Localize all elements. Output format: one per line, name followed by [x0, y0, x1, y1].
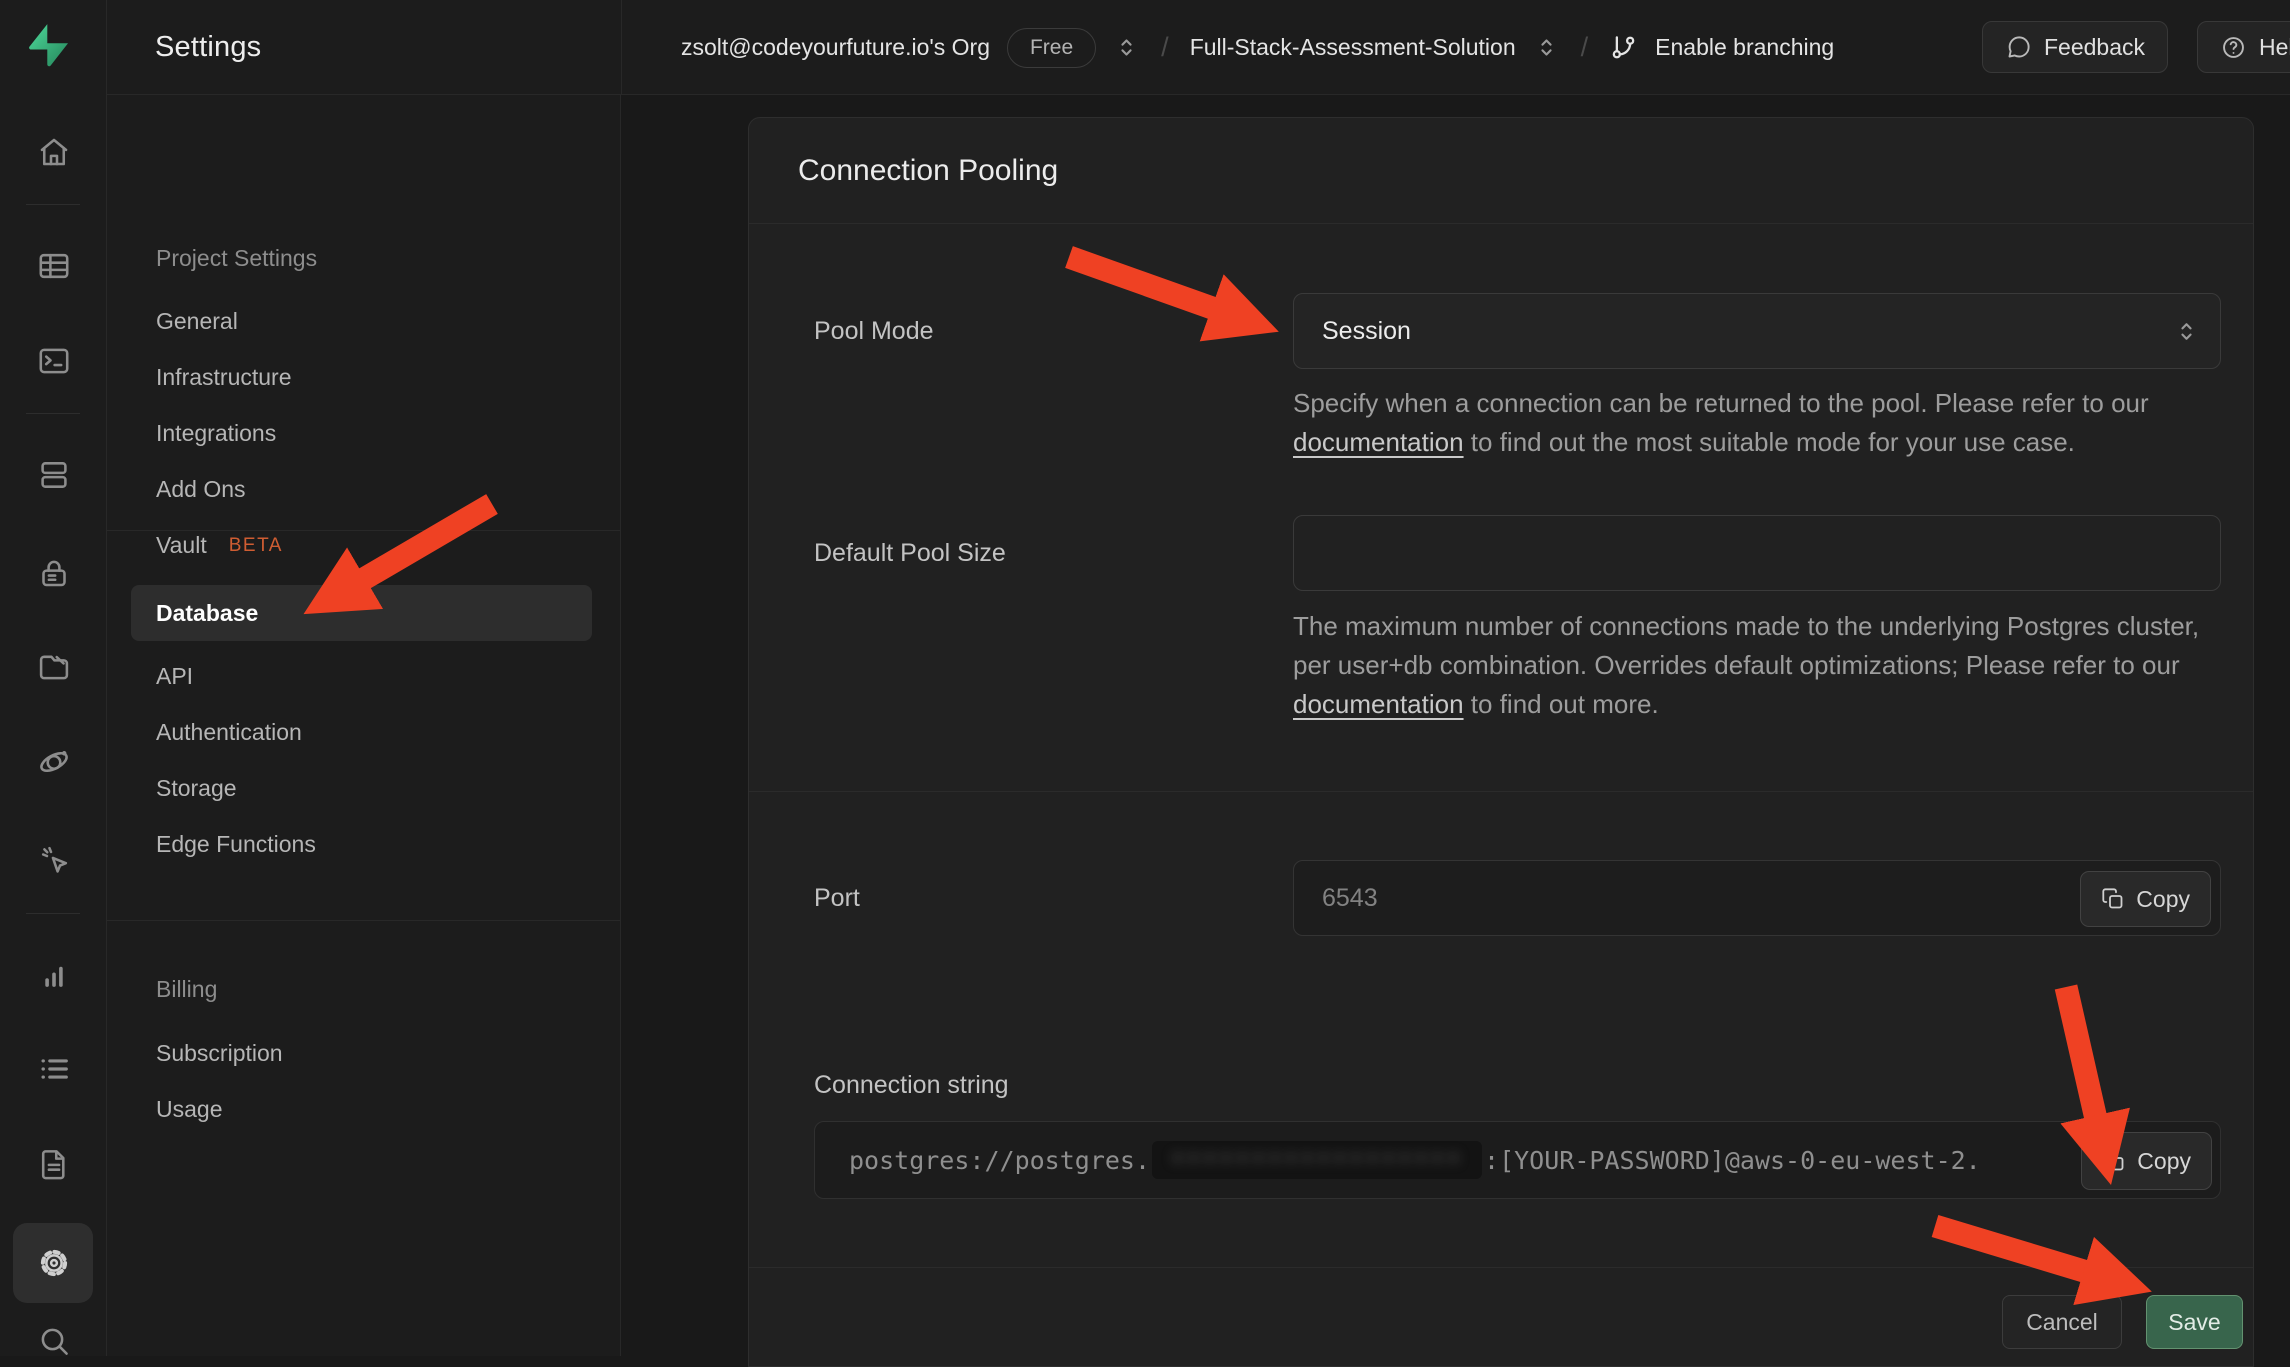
- sidebar-item-integrations[interactable]: Integrations: [156, 420, 276, 447]
- documentation-link[interactable]: documentation: [1293, 427, 1464, 457]
- api-docs-file-icon[interactable]: [0, 1140, 107, 1188]
- help-circle-icon: [2220, 34, 2247, 61]
- realtime-icon[interactable]: [0, 738, 107, 786]
- default-pool-size-field: [1293, 515, 2221, 591]
- connection-string-prefix: postgres://postgres.: [849, 1146, 1150, 1175]
- breadcrumb-separator: /: [1157, 32, 1173, 63]
- connection-string-suffix: :[YOUR-PASSWORD]@aws-0-eu-west-2.: [1484, 1146, 1981, 1175]
- sidebar-item-general[interactable]: General: [156, 308, 238, 335]
- supabase-logo-icon[interactable]: [28, 20, 78, 72]
- nav-divider: [107, 530, 620, 531]
- connection-string-copy-button[interactable]: Copy: [2081, 1132, 2212, 1190]
- settings-gear-icon[interactable]: [0, 1239, 107, 1287]
- header-divider: [621, 0, 622, 94]
- table-editor-icon[interactable]: [0, 242, 107, 290]
- database-icon[interactable]: [0, 451, 107, 499]
- rail-divider: [26, 413, 80, 414]
- nav-section-project-settings: Project Settings: [156, 245, 317, 272]
- copy-icon: [2101, 887, 2125, 911]
- beta-badge: BETA: [229, 535, 283, 557]
- sidebar-item-edge-functions[interactable]: Edge Functions: [156, 831, 316, 858]
- port-label: Port: [814, 884, 860, 913]
- port-copy-button[interactable]: Copy: [2080, 871, 2211, 927]
- settings-sidebar: Project Settings General Infrastructure …: [107, 95, 621, 1356]
- sidebar-item-infrastructure[interactable]: Infrastructure: [156, 364, 292, 391]
- pool-mode-value: Session: [1322, 317, 1411, 346]
- feedback-button[interactable]: Feedback: [1982, 21, 2168, 73]
- documentation-link[interactable]: documentation: [1293, 689, 1464, 719]
- section-divider: [749, 791, 2253, 792]
- help-button[interactable]: Help: [2197, 21, 2290, 73]
- panel-title: Connection Pooling: [798, 118, 1058, 223]
- sidebar-item-vault[interactable]: Vault BETA: [156, 532, 283, 559]
- save-button[interactable]: Save: [2146, 1295, 2243, 1349]
- page-title: Settings: [155, 0, 261, 95]
- home-icon[interactable]: [0, 128, 107, 176]
- copy-icon: [2102, 1149, 2126, 1173]
- sidebar-item-database-active[interactable]: Database: [131, 585, 592, 641]
- storage-icon[interactable]: [0, 643, 107, 691]
- main-content: Connection Pooling Pool Mode Session Spe…: [622, 95, 2290, 1356]
- pool-mode-label: Pool Mode: [814, 317, 934, 346]
- default-pool-size-input[interactable]: [1294, 516, 2220, 590]
- reports-chart-icon[interactable]: [0, 950, 107, 998]
- nav-section-billing: Billing: [156, 976, 217, 1003]
- breadcrumb: zsolt@codeyourfuture.io's Org Free / Ful…: [681, 0, 1834, 95]
- enable-branching-button[interactable]: Enable branching: [1655, 34, 1834, 61]
- sidebar-item-api[interactable]: API: [156, 663, 193, 690]
- panel-divider: [749, 223, 2253, 224]
- sidebar-item-usage[interactable]: Usage: [156, 1096, 222, 1123]
- port-field[interactable]: 6543 Copy: [1293, 860, 2221, 936]
- connection-string-field[interactable]: postgres://postgres.••••••••••••••••••:[…: [814, 1121, 2221, 1199]
- org-name[interactable]: zsolt@codeyourfuture.io's Org: [681, 34, 990, 61]
- pool-mode-description: Specify when a connection can be returne…: [1293, 384, 2238, 462]
- sidebar-item-add-ons[interactable]: Add Ons: [156, 476, 246, 503]
- breadcrumb-separator: /: [1577, 32, 1593, 63]
- top-header: Settings zsolt@codeyourfuture.io's Org F…: [107, 0, 2290, 95]
- authentication-lock-icon[interactable]: [0, 549, 107, 597]
- footer-divider: [749, 1267, 2253, 1268]
- port-value: 6543: [1322, 884, 1378, 913]
- nav-divider: [107, 920, 620, 921]
- sql-editor-icon[interactable]: [0, 337, 107, 385]
- org-selector-chevron-icon[interactable]: [1113, 34, 1140, 61]
- project-selector-chevron-icon[interactable]: [1533, 34, 1560, 61]
- message-bubble-icon: [2005, 34, 2032, 61]
- sidebar-item-authentication[interactable]: Authentication: [156, 719, 302, 746]
- select-chevron-icon: [2173, 318, 2200, 345]
- git-branch-icon: [1609, 33, 1638, 62]
- sidebar-item-subscription[interactable]: Subscription: [156, 1040, 283, 1067]
- default-pool-size-description: The maximum number of connections made t…: [1293, 607, 2238, 724]
- search-icon[interactable]: [0, 1317, 107, 1365]
- logs-list-icon[interactable]: [0, 1045, 107, 1093]
- sidebar-item-storage[interactable]: Storage: [156, 775, 237, 802]
- icon-rail: [0, 0, 107, 1356]
- default-pool-size-label: Default Pool Size: [814, 539, 1006, 568]
- pool-mode-select[interactable]: Session: [1293, 293, 2221, 369]
- connection-string-label: Connection string: [814, 1071, 1009, 1100]
- connection-pooling-panel: Connection Pooling Pool Mode Session Spe…: [748, 117, 2254, 1367]
- advisors-cursor-icon[interactable]: [0, 835, 107, 883]
- project-name[interactable]: Full-Stack-Assessment-Solution: [1190, 34, 1516, 61]
- redacted-project-ref: ••••••••••••••••••: [1152, 1141, 1482, 1179]
- plan-badge: Free: [1007, 28, 1096, 68]
- rail-divider: [26, 204, 80, 205]
- cancel-button[interactable]: Cancel: [2002, 1295, 2122, 1349]
- rail-divider: [26, 913, 80, 914]
